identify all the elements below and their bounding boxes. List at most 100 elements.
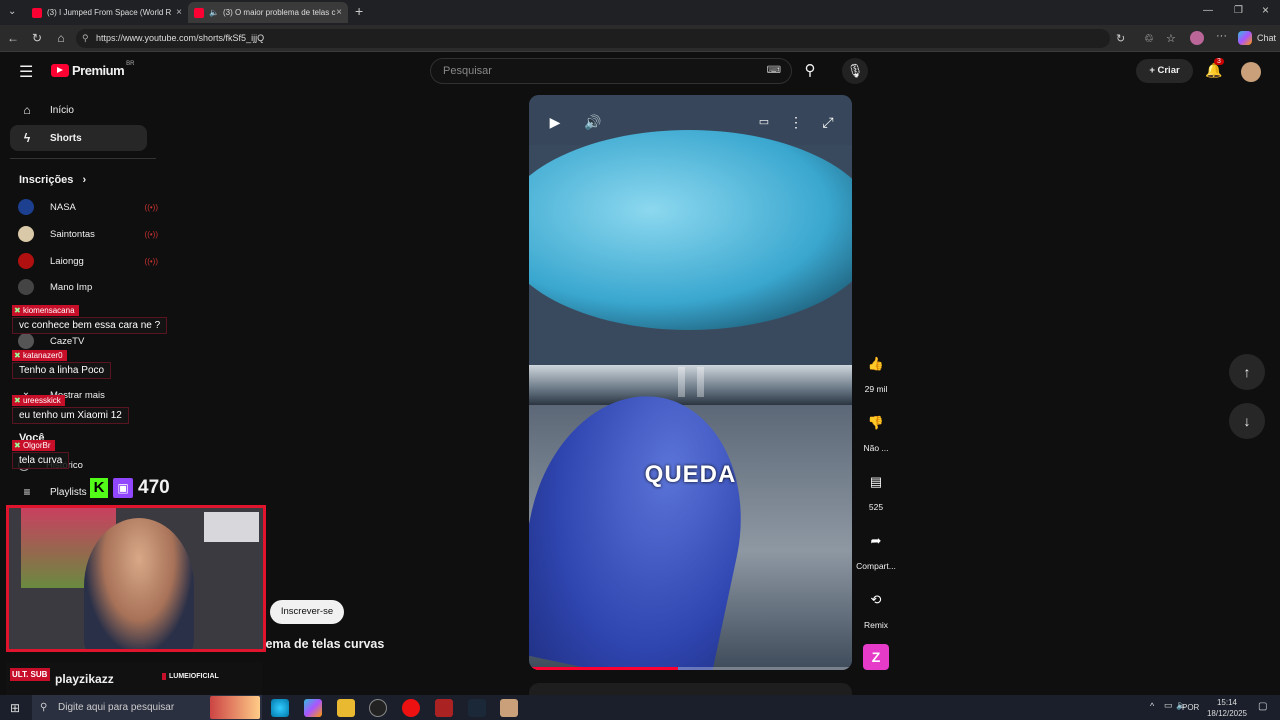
account-avatar[interactable] (1241, 62, 1261, 82)
language-indicator[interactable]: POR (1182, 703, 1199, 712)
hamburger-menu-icon[interactable]: ☰ (19, 62, 33, 82)
url-field[interactable]: ⚲ https://www.youtube.com/shorts/fkSf5_i… (76, 29, 1110, 48)
remix-button[interactable]: ⟲ Remix (856, 584, 896, 630)
voice-search-button[interactable]: 🎙 (842, 58, 868, 84)
settings-icon[interactable]: ♲ (1144, 32, 1154, 45)
kick-badge-icon: ✖ (14, 396, 21, 405)
shorts-video-player[interactable]: QUEDA ▶ 🔊 ▭ ⋮ ⤢ (529, 95, 852, 670)
video-progress-fill (529, 667, 678, 670)
youtube-premium-logo[interactable]: Premium BR (51, 61, 134, 78)
next-short-preview (529, 683, 852, 695)
chat-message: ✖ kiomensacana vc conhece bem essa cara … (12, 305, 168, 334)
sidebar-item-shorts[interactable]: ϟ Shorts (10, 125, 147, 151)
sidebar-channel-saintontas[interactable]: Saintontas ((•)) (18, 224, 158, 244)
play-icon[interactable]: ▶ (545, 112, 565, 132)
keyboard-icon[interactable]: ⌨ (767, 59, 781, 83)
fullscreen-icon[interactable]: ⤢ (818, 112, 838, 132)
network-icon[interactable]: ▭ (1164, 700, 1173, 711)
subscribe-button[interactable]: Inscrever-se (270, 600, 344, 624)
chat-message: ✖ ureesskick eu tenho um Xiaomi 12 (12, 395, 129, 424)
chat-message: ✖ katanazer0 Tenho a linha Poco (12, 350, 112, 379)
thumbs-down-icon: 👎 (867, 415, 885, 430)
sidebar-item-inicio[interactable]: ⌂ Início (10, 97, 147, 123)
app-icon[interactable] (435, 699, 453, 717)
profile-avatar[interactable] (1190, 31, 1204, 45)
sponsor-label: LUMEIOFICIAL (162, 673, 219, 680)
steam-icon[interactable] (468, 699, 486, 717)
windows-start-icon[interactable]: ⊞ (10, 701, 20, 715)
streamer-name: playzikazz (55, 672, 114, 686)
back-icon[interactable]: ← (5, 30, 21, 46)
browser-tab-2-active[interactable]: 🔈 (3) O maior problema de telas c × (188, 2, 348, 23)
channel-avatar (18, 333, 34, 349)
game-icon[interactable] (500, 699, 518, 717)
next-short-button[interactable]: ↓ (1229, 403, 1265, 439)
minimize-window-icon[interactable]: — (1203, 5, 1213, 16)
sidebar-item-playlists[interactable]: ≡ Playlists (10, 479, 100, 505)
search-button[interactable]: ⚲ (794, 58, 826, 84)
search-icon: ⚲ (804, 62, 816, 79)
channel-avatar (18, 279, 34, 295)
notification-center-icon[interactable]: ▢ (1258, 701, 1267, 712)
tab-list-chevron-icon[interactable]: ⌄ (8, 6, 16, 17)
home-icon[interactable]: ⌂ (53, 30, 69, 46)
last-sub-badge: ULT. SUB (10, 668, 50, 681)
kick-logo-icon: K (90, 478, 108, 498)
playlists-icon: ≡ (23, 485, 31, 499)
maximize-window-icon[interactable]: ❐ (1234, 5, 1243, 16)
chevron-right-icon: › (82, 174, 87, 186)
close-tab-icon[interactable]: × (336, 7, 342, 18)
obs-icon[interactable] (369, 699, 387, 717)
create-button[interactable]: + Criar (1136, 59, 1193, 83)
volume-icon[interactable]: 🔊 (583, 112, 603, 132)
dislike-button[interactable]: 👎 Não ... (856, 407, 896, 453)
chat-message: ✖ OlgorBr tela curva (12, 440, 70, 469)
search-input[interactable]: Pesquisar ⌨ (430, 58, 792, 84)
video-progress-track[interactable] (529, 667, 852, 670)
thumbs-up-icon: 👍 (867, 356, 885, 371)
comment-icon: ▤ (869, 474, 883, 489)
webcam-person (84, 518, 194, 649)
site-info-icon[interactable]: ⚲ (82, 29, 89, 48)
audio-playing-icon[interactable]: 🔈 (209, 8, 219, 17)
browser-tab-1[interactable]: (3) I Jumped From Space (World R × (26, 2, 188, 23)
extensions-icon[interactable]: ↻ (1116, 32, 1125, 45)
remix-icon: ⟲ (870, 592, 882, 607)
sidebar-channel-nasa[interactable]: NASA ((•)) (18, 197, 158, 217)
share-button[interactable]: ➦ Compart... (856, 525, 896, 571)
sidebar-channel-mano-imp[interactable]: Mano Imp (18, 277, 158, 297)
notifications-button[interactable]: 🔔 3 (1205, 58, 1224, 79)
close-tab-icon[interactable]: × (176, 7, 182, 18)
more-menu-icon[interactable]: ··· (1216, 30, 1227, 42)
search-icon: ⚲ (40, 702, 48, 713)
edge-icon[interactable] (271, 699, 289, 717)
previous-short-button[interactable]: ↑ (1229, 354, 1265, 390)
copilot-chat-button[interactable]: Chat (1238, 31, 1276, 45)
webcam-window (204, 512, 259, 542)
sidebar-channel-laiongg[interactable]: Laiongg ((•)) (18, 251, 158, 271)
youtube-favicon-icon (32, 7, 42, 18)
subscriptions-header[interactable]: Inscrições › (19, 174, 86, 186)
collections-icon[interactable]: ☆ (1166, 32, 1176, 45)
pause-indicator-icon (678, 367, 704, 397)
like-button[interactable]: 👍 29 mil (856, 348, 896, 394)
sidebar-channel-cazetv[interactable]: CazeTV (18, 331, 158, 351)
browser-tab-bar: ⌄ (3) I Jumped From Space (World R × 🔈 (… (0, 0, 1280, 25)
copilot-icon[interactable] (304, 699, 322, 717)
youtube-music-icon[interactable] (402, 699, 420, 717)
youtube-favicon-icon (194, 7, 204, 18)
new-tab-button[interactable]: + (355, 3, 363, 19)
notification-badge: 3 (1214, 58, 1224, 65)
file-explorer-icon[interactable] (337, 699, 355, 717)
tray-chevron-icon[interactable]: ^ (1150, 701, 1154, 711)
captions-icon[interactable]: ▭ (754, 112, 774, 132)
refresh-icon[interactable]: ↻ (29, 30, 45, 46)
more-options-icon[interactable]: ⋮ (786, 112, 806, 132)
home-icon: ⌂ (23, 103, 31, 117)
channel-thumbnail[interactable]: Z (863, 644, 889, 670)
clock[interactable]: 15:14 18/12/2025 (1203, 697, 1251, 719)
close-window-icon[interactable]: × (1262, 3, 1269, 17)
comments-button[interactable]: ▤ 525 (856, 466, 896, 512)
windows-taskbar: ⊞ ⚲ Digite aqui para pesquisar ^ ▭ 🔈 POR… (0, 695, 1280, 720)
webcam-feed (6, 505, 266, 652)
